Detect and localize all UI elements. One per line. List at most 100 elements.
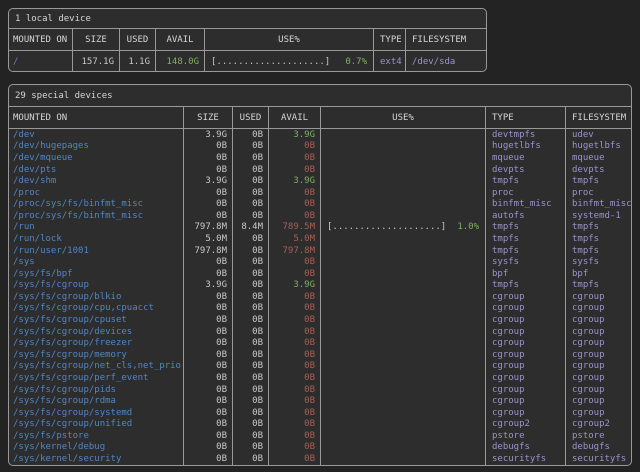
usage-bar: [....................] <box>327 222 446 232</box>
cell-size: 0B <box>184 326 233 338</box>
device-row: /dev3.9G0B3.9Gdevtmpfsudev <box>9 129 631 141</box>
cell-use-percent <box>321 187 486 199</box>
device-row: /sys/fs/cgroup/net_cls,net_prio0B0B0Bcgr… <box>9 361 631 373</box>
cell-used: 0B <box>233 384 269 396</box>
cell-size: 0B <box>184 453 233 465</box>
cell-avail: 0B <box>269 268 321 280</box>
cell-use-percent <box>321 245 486 257</box>
special-devices-header-row: MOUNTED ONSIZEUSEDAVAILUSE%TYPEFILESYSTE… <box>9 107 631 129</box>
cell-filesystem: cgroup <box>566 384 631 396</box>
cell-mounted-on: /sys/fs/bpf <box>9 268 184 280</box>
cell-size: 0B <box>184 164 233 176</box>
cell-type: cgroup <box>486 384 566 396</box>
cell-size: 0B <box>184 384 233 396</box>
cell-used: 0B <box>233 210 269 222</box>
cell-used: 0B <box>233 418 269 430</box>
cell-filesystem: cgroup <box>566 291 631 303</box>
cell-mounted-on: /proc/sys/fs/binfmt_misc <box>9 198 184 210</box>
cell-used: 0B <box>233 407 269 419</box>
cell-size: 3.9G <box>184 175 233 187</box>
cell-filesystem: devpts <box>566 164 631 176</box>
device-row: /dev/hugepages0B0B0Bhugetlbfshugetlbfs <box>9 141 631 153</box>
cell-mounted-on: /sys/fs/cgroup/devices <box>9 326 184 338</box>
device-row: /dev/pts0B0B0Bdevptsdevpts <box>9 164 631 176</box>
device-row: /sys/fs/cgroup/rdma0B0B0Bcgroupcgroup <box>9 395 631 407</box>
cell-use-percent: [....................]0.7% <box>205 51 374 72</box>
cell-type: devpts <box>486 164 566 176</box>
cell-filesystem: bpf <box>566 268 631 280</box>
cell-avail: 789.5M <box>269 222 321 234</box>
cell-used: 0B <box>233 187 269 199</box>
column-header-use: USE% <box>321 107 486 128</box>
cell-type: tmpfs <box>486 175 566 187</box>
cell-type: autofs <box>486 210 566 222</box>
cell-use-percent <box>321 141 486 153</box>
cell-used: 0B <box>233 198 269 210</box>
cell-mounted-on: /dev <box>9 129 184 141</box>
cell-size: 0B <box>184 187 233 199</box>
cell-use-percent <box>321 164 486 176</box>
cell-used: 0B <box>233 314 269 326</box>
column-header-fs: FILESYSTEM <box>566 107 631 128</box>
cell-use-percent <box>321 442 486 454</box>
cell-type: cgroup <box>486 361 566 373</box>
cell-avail: 0B <box>269 349 321 361</box>
device-row: /sys/fs/cgroup/systemd0B0B0Bcgroupcgroup <box>9 407 631 419</box>
cell-used: 0B <box>233 164 269 176</box>
cell-size: 0B <box>184 268 233 280</box>
cell-use-percent <box>321 291 486 303</box>
terminal-screen: 1 local device MOUNTED ONSIZEUSEDAVAILUS… <box>0 0 640 472</box>
cell-filesystem: binfmt_misc <box>566 198 631 210</box>
cell-avail: 0B <box>269 152 321 164</box>
cell-used: 0B <box>233 395 269 407</box>
cell-filesystem: tmpfs <box>566 245 631 257</box>
cell-type: debugfs <box>486 442 566 454</box>
cell-use-percent <box>321 233 486 245</box>
cell-avail: 0B <box>269 164 321 176</box>
cell-avail: 0B <box>269 418 321 430</box>
cell-type: cgroup <box>486 349 566 361</box>
cell-mounted-on: /run/lock <box>9 233 184 245</box>
column-header-size: SIZE <box>73 29 120 50</box>
cell-type: proc <box>486 187 566 199</box>
cell-filesystem: cgroup <box>566 407 631 419</box>
cell-use-percent <box>321 303 486 315</box>
cell-filesystem: udev <box>566 129 631 141</box>
cell-used: 0B <box>233 256 269 268</box>
cell-mounted-on: /dev/hugepages <box>9 141 184 153</box>
cell-size: 0B <box>184 141 233 153</box>
cell-mounted-on: /sys/fs/pstore <box>9 430 184 442</box>
cell-filesystem: proc <box>566 187 631 199</box>
cell-size: 0B <box>184 303 233 315</box>
cell-type: mqueue <box>486 152 566 164</box>
cell-mounted-on: /sys/fs/cgroup/net_cls,net_prio <box>9 361 184 373</box>
cell-mounted-on: /sys/kernel/security <box>9 453 184 465</box>
device-row: /proc0B0B0Bprocproc <box>9 187 631 199</box>
column-header-mounted: MOUNTED ON <box>9 107 184 128</box>
cell-mounted-on: /sys/fs/cgroup/unified <box>9 418 184 430</box>
cell-avail: 0B <box>269 210 321 222</box>
cell-filesystem: pstore <box>566 430 631 442</box>
cell-avail: 3.9G <box>269 129 321 141</box>
device-row: /run/lock5.0M0B5.0Mtmpfstmpfs <box>9 233 631 245</box>
cell-filesystem: cgroup2 <box>566 418 631 430</box>
cell-use-percent: [....................]1.0% <box>321 222 486 234</box>
cell-size: 0B <box>184 337 233 349</box>
local-devices-title-row: 1 local device <box>9 9 486 29</box>
cell-used: 0B <box>233 175 269 187</box>
device-row: /sys/fs/cgroup/cpu,cpuacct0B0B0Bcgroupcg… <box>9 303 631 315</box>
cell-type: cgroup <box>486 372 566 384</box>
cell-filesystem: cgroup <box>566 303 631 315</box>
device-row: /sys/fs/cgroup/unified0B0B0Bcgroup2cgrou… <box>9 418 631 430</box>
cell-used: 0B <box>233 303 269 315</box>
cell-use-percent <box>321 326 486 338</box>
device-row: /dev/mqueue0B0B0Bmqueuemqueue <box>9 152 631 164</box>
cell-use-percent <box>321 430 486 442</box>
cell-filesystem: debugfs <box>566 442 631 454</box>
cell-use-percent <box>321 314 486 326</box>
cell-mounted-on: /proc/sys/fs/binfmt_misc <box>9 210 184 222</box>
cell-avail: 148.0G <box>156 51 205 72</box>
cell-mounted-on: /sys/fs/cgroup/freezer <box>9 337 184 349</box>
cell-mounted-on: /dev/pts <box>9 164 184 176</box>
cell-used: 8.4M <box>233 222 269 234</box>
